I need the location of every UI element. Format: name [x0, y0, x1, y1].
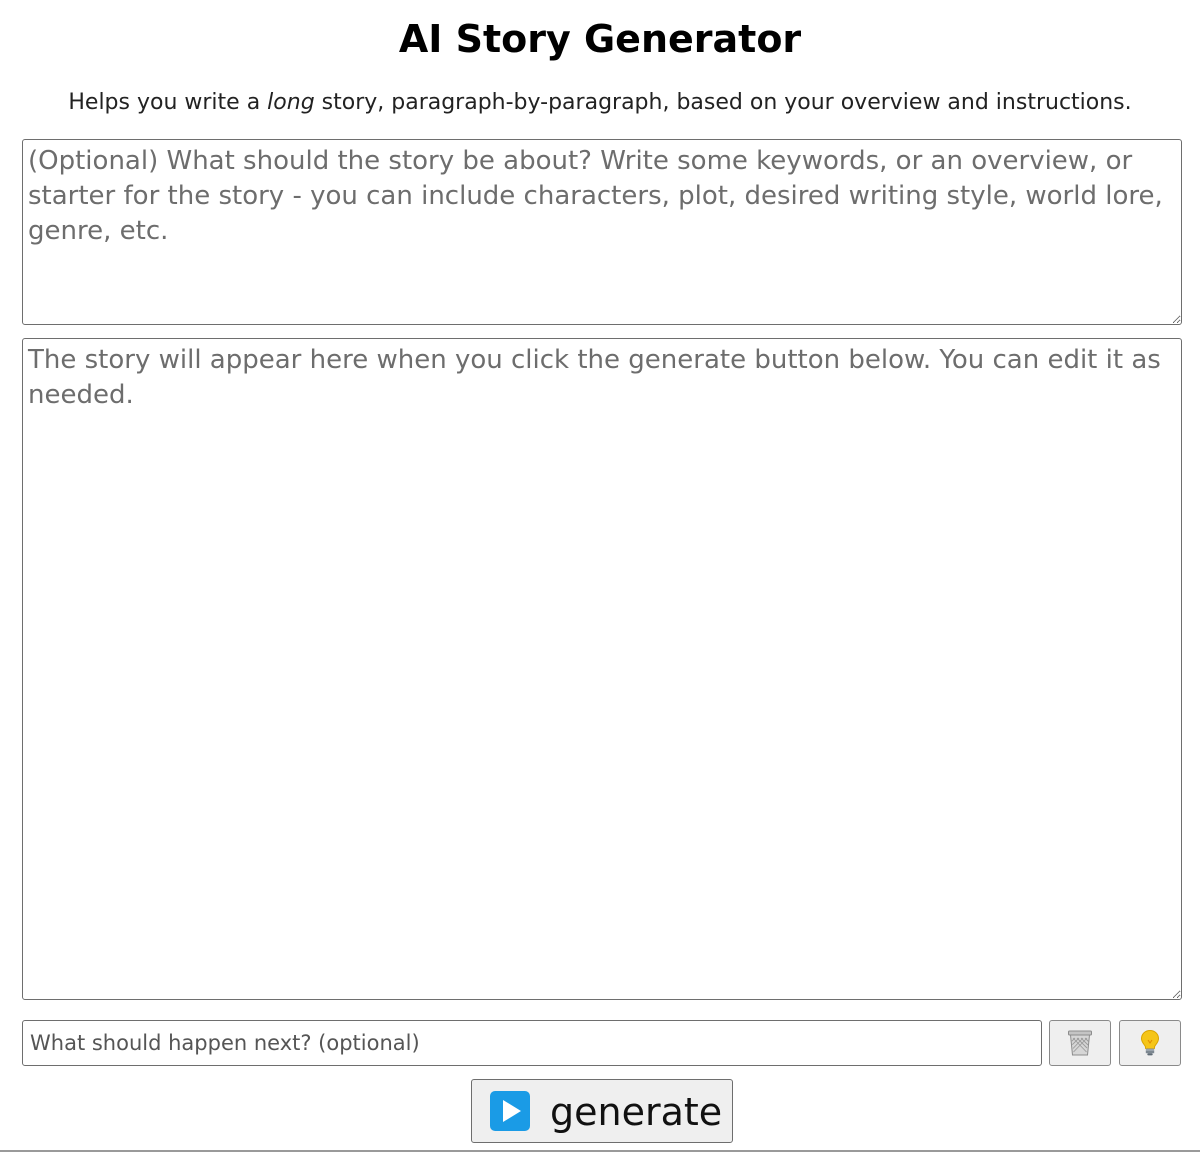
wastebasket-icon: [1068, 1030, 1092, 1056]
story-overview-textarea[interactable]: [22, 139, 1182, 325]
generate-button[interactable]: generate: [471, 1079, 733, 1143]
story-output-textarea[interactable]: [22, 338, 1182, 1000]
subtitle-emphasis: long: [267, 90, 315, 115]
page-subtitle: Helps you write a long story, paragraph-…: [0, 88, 1200, 118]
generate-button-label: generate: [550, 1090, 723, 1134]
next-instruction-input[interactable]: [22, 1020, 1042, 1066]
page-title: AI Story Generator: [398, 17, 802, 61]
clear-story-button[interactable]: [1049, 1020, 1111, 1066]
play-icon: [490, 1091, 530, 1131]
lightbulb-icon: [1140, 1029, 1160, 1056]
suggest-idea-button[interactable]: [1119, 1020, 1181, 1066]
subtitle-text-end: story, paragraph-by-paragraph, based on …: [314, 90, 1132, 115]
subtitle-text-start: Helps you write a: [68, 90, 268, 115]
